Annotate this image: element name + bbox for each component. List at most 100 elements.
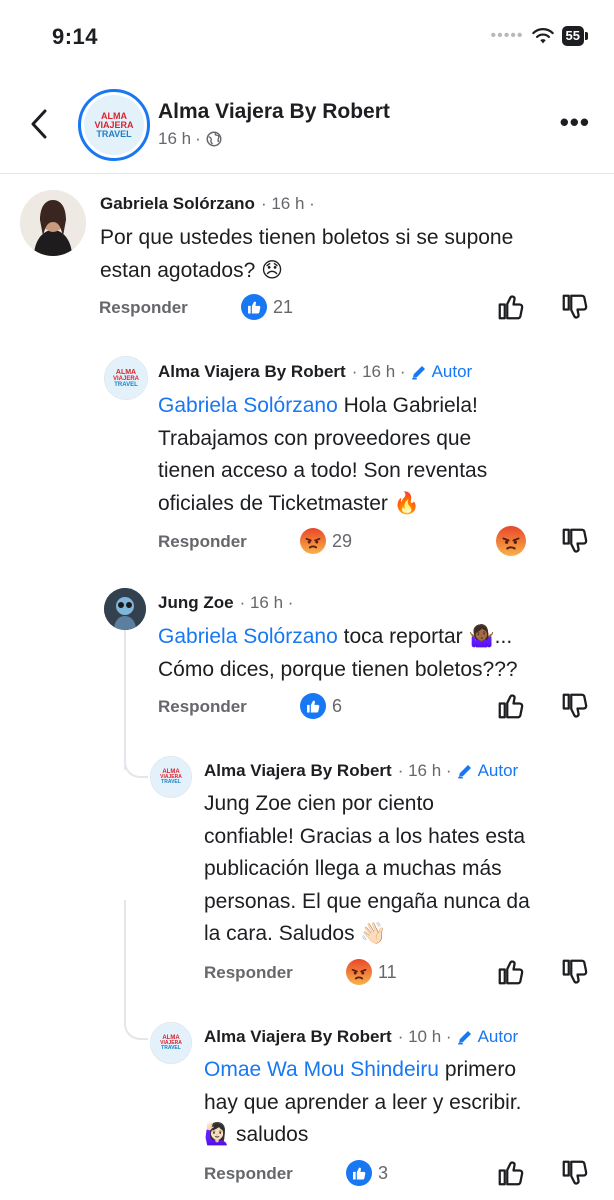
comment-meta: · 10 h ·: [397, 1027, 452, 1046]
comment-body: Omae Wa Mou Shindeiru primero hay que ap…: [204, 1054, 604, 1152]
comment-author-line: Alma Viajera By Robert · 16 h · Autor: [158, 362, 472, 382]
thread-connector: [124, 900, 148, 1040]
comment-author-line: Gabriela Solórzano · 16 h ·: [100, 194, 315, 214]
reaction-count: 6: [332, 695, 343, 716]
author-badge: Autor: [456, 1027, 518, 1047]
pencil-icon: [456, 762, 474, 780]
comment-line: hay que aprender a leer y escribir.: [204, 1090, 522, 1114]
comment-actions: Responder 29: [158, 526, 594, 558]
comment-line: publicación llega a muchas más: [204, 857, 502, 880]
reaction-count: 11: [378, 961, 397, 982]
avatar[interactable]: [20, 190, 86, 256]
battery-level: 55: [561, 26, 584, 46]
post-time: 16 h: [158, 129, 192, 148]
reaction-count: 21: [273, 296, 294, 317]
reaction-summary[interactable]: 6: [300, 693, 342, 719]
reply-button[interactable]: Responder: [204, 963, 293, 983]
thread-connector: [124, 640, 148, 778]
more-options-button[interactable]: •••: [560, 109, 590, 135]
comment-meta: · 16 h ·: [260, 194, 315, 213]
comment-line: Trabajamos con proveedores que: [158, 426, 472, 450]
back-button[interactable]: [22, 104, 56, 144]
battery-icon: 55: [561, 26, 588, 46]
angry-reaction-icon: [300, 528, 326, 554]
comment-meta: · 16 h ·: [397, 761, 452, 780]
thumbs-down-icon[interactable]: [560, 957, 590, 987]
comment-line: tienen acceso a todo! Son reventas: [158, 459, 488, 482]
comment-author-line: Alma Viajera By Robert · 10 h · Autor: [204, 1027, 518, 1047]
like-reaction-icon: [300, 693, 326, 719]
pencil-icon: [410, 363, 428, 381]
wifi-icon: [531, 28, 554, 44]
like-reaction-icon: [346, 1160, 372, 1186]
avatar[interactable]: [104, 588, 146, 630]
reaction-summary[interactable]: 3: [346, 1160, 388, 1186]
comment-author[interactable]: Jung Zoe: [158, 593, 234, 613]
comment-author[interactable]: Alma Viajera By Robert: [204, 1027, 392, 1047]
comment-author[interactable]: Alma Viajera By Robert: [158, 362, 346, 382]
thumbs-down-icon[interactable]: [560, 1158, 590, 1188]
thumbs-up-icon[interactable]: [496, 957, 526, 987]
angry-reaction-icon: [346, 959, 372, 985]
mention-link[interactable]: Gabriela Solórzano: [158, 394, 338, 417]
comment-line: Por que ustedes tienen boletos si se sup…: [100, 226, 514, 249]
reaction-summary[interactable]: 21: [241, 294, 293, 320]
comment-line: Cómo dices, porque tienen boletos???: [158, 657, 518, 681]
comment-line: 🙋🏻‍♀️ saludos: [204, 1123, 309, 1146]
status-bar: 9:14 ••••• 55: [0, 0, 614, 70]
signal-icon: •••••: [490, 27, 524, 44]
avatar[interactable]: ALMA VIAJERA TRAVEL: [150, 756, 192, 798]
reaction-count: 3: [378, 1162, 389, 1183]
thumbs-down-icon[interactable]: [560, 691, 590, 721]
page-avatar[interactable]: ALMA VIAJERA TRAVEL: [78, 89, 150, 161]
comment-author-line: Alma Viajera By Robert · 16 h · Autor: [204, 761, 518, 781]
reaction-summary[interactable]: 29: [300, 528, 352, 554]
comment-body: Gabriela Solórzano toca reportar 🤷🏾‍♀️..…: [158, 621, 603, 686]
meta-separator: ·: [195, 129, 201, 148]
page-title[interactable]: Alma Viajera By Robert: [158, 100, 390, 124]
post-header: ALMA VIAJERA TRAVEL Alma Viajera By Robe…: [0, 82, 614, 174]
thumbs-up-icon[interactable]: [496, 292, 526, 322]
comment-meta: · 16 h ·: [351, 362, 406, 381]
status-time: 9:14: [52, 24, 99, 49]
comment-line: Jung Zoe cien por ciento: [204, 792, 434, 815]
comment-actions: Responder 6: [158, 691, 594, 723]
globe-icon: [205, 130, 223, 148]
comment-line: estan agotados? 😞: [100, 258, 284, 282]
author-badge: Autor: [456, 761, 518, 781]
reaction-count: 29: [332, 530, 353, 551]
post-meta: 16 h ·: [158, 129, 223, 149]
reply-button[interactable]: Responder: [158, 697, 247, 717]
comment-author[interactable]: Gabriela Solórzano: [100, 194, 255, 214]
comment-body: Por que ustedes tienen boletos si se sup…: [100, 222, 600, 287]
comment-line: confiable! Gracias a los hates esta: [204, 824, 526, 848]
comment-author-line: Jung Zoe · 16 h ·: [158, 593, 293, 613]
thumbs-up-icon[interactable]: [496, 691, 526, 721]
comment-actions: Responder 11: [204, 957, 594, 989]
comment-actions: Responder 21: [99, 292, 594, 324]
reply-button[interactable]: Responder: [158, 532, 247, 552]
author-badge: Autor: [410, 362, 472, 382]
mention-link[interactable]: Omae Wa Mou Shindeiru: [204, 1058, 439, 1081]
comment-body: Gabriela Solórzano Hola Gabriela! Trabaj…: [158, 390, 603, 520]
status-icons: ••••• 55: [491, 26, 588, 46]
reply-button[interactable]: Responder: [204, 1164, 293, 1184]
comment-line: oficiales de Ticketmaster 🔥: [158, 491, 420, 515]
avatar[interactable]: ALMA VIAJERA TRAVEL: [150, 1022, 192, 1064]
chevron-left-icon: [31, 109, 47, 139]
comment-body: Jung Zoe cien por ciento confiable! Grac…: [204, 788, 604, 951]
reaction-summary[interactable]: 11: [346, 959, 397, 985]
comment-actions: Responder 3: [204, 1158, 594, 1190]
pencil-icon: [456, 1028, 474, 1046]
thumbs-up-icon[interactable]: [496, 1158, 526, 1188]
like-reaction-icon: [241, 294, 267, 320]
thumbs-down-icon[interactable]: [560, 292, 590, 322]
angry-reaction-selected-icon[interactable]: [496, 526, 526, 556]
avatar[interactable]: ALMA VIAJERA TRAVEL: [104, 356, 148, 400]
thumbs-down-icon[interactable]: [560, 526, 590, 556]
comment-author[interactable]: Alma Viajera By Robert: [204, 761, 392, 781]
comment-line: personas. El que engaña nunca da: [204, 889, 530, 913]
mention-link[interactable]: Gabriela Solórzano: [158, 625, 338, 648]
reply-button[interactable]: Responder: [99, 298, 188, 318]
comment-line: la cara. Saludos 👋🏻: [204, 922, 387, 945]
